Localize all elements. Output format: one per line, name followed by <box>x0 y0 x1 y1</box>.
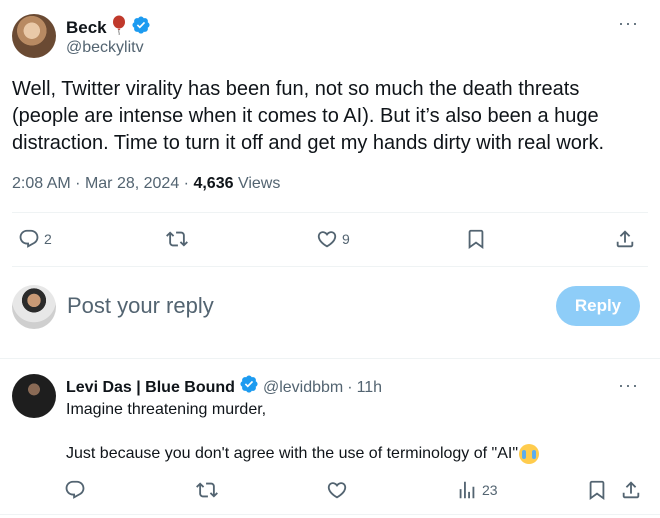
tweet-meta: 2:08 AM · Mar 28, 2024 · 4,636 Views <box>12 173 280 195</box>
reply-action[interactable]: 2 <box>18 228 52 250</box>
reply-icon <box>65 480 85 499</box>
author-handle[interactable]: @beckylitv <box>66 38 144 58</box>
comment-more-options-icon[interactable]: ··· <box>618 376 639 394</box>
meta-separator: · <box>75 175 81 192</box>
comment-header: Levi Das | Blue Bound @levidbbm · 11h <box>66 374 382 401</box>
bookmark-action[interactable] <box>465 228 487 250</box>
comment-text: Just because you don't agree with the us… <box>66 445 519 462</box>
reply-icon <box>19 229 39 248</box>
comment-views-count: 23 <box>482 482 498 498</box>
comment-repost-action[interactable] <box>196 479 218 501</box>
comment-views-action[interactable]: 23 <box>456 479 498 501</box>
reply-input[interactable]: Post your reply <box>67 292 214 320</box>
share-icon <box>616 230 634 248</box>
comment-text-line-1: Imagine threatening murder, <box>66 401 267 418</box>
current-user-avatar[interactable] <box>12 285 56 329</box>
more-options-icon[interactable]: ··· <box>618 14 639 32</box>
bookmark-icon <box>468 229 484 250</box>
repost-icon <box>166 231 188 247</box>
heart-icon <box>327 482 347 499</box>
author-name[interactable]: Beck <box>66 17 107 39</box>
like-count: 9 <box>342 231 350 247</box>
divider <box>0 514 660 515</box>
meta-separator: · <box>183 175 189 192</box>
crying-emoji-icon <box>519 444 540 464</box>
comment-like-action[interactable] <box>326 479 348 501</box>
comment-reply-action[interactable] <box>64 479 86 501</box>
reply-button[interactable]: Reply <box>556 286 640 326</box>
reply-count: 2 <box>44 231 52 247</box>
share-action[interactable] <box>614 228 636 250</box>
share-icon <box>622 481 640 499</box>
comment-share-action[interactable] <box>620 479 642 501</box>
commenter-avatar[interactable] <box>12 374 56 418</box>
tweet-text: Well, Twitter virality has been fun, not… <box>12 78 605 154</box>
verified-badge-icon <box>239 374 259 401</box>
divider <box>12 212 648 213</box>
commenter-handle[interactable]: @levidbbm <box>263 377 343 399</box>
commenter-name[interactable]: Levi Das | Blue Bound <box>66 377 235 399</box>
heart-icon <box>317 231 337 248</box>
tweet-time[interactable]: 2:08 AM <box>12 175 71 192</box>
comment-time[interactable]: 11h <box>357 377 383 399</box>
analytics-icon <box>459 481 475 499</box>
views-count: 4,636 <box>193 175 234 192</box>
comment-bookmark-action[interactable] <box>586 479 608 501</box>
views-label: Views <box>237 175 281 192</box>
divider <box>0 358 660 359</box>
like-action[interactable]: 9 <box>316 228 350 250</box>
header-separator: · <box>347 378 353 396</box>
comment-text-line-2: Just because you don't agree with the us… <box>66 443 540 465</box>
tweet-date[interactable]: Mar 28, 2024 <box>85 175 179 192</box>
author-avatar[interactable] <box>12 14 56 58</box>
repost-action[interactable] <box>166 228 188 250</box>
bookmark-icon <box>589 480 605 501</box>
divider <box>12 266 648 267</box>
repost-icon <box>196 482 218 498</box>
